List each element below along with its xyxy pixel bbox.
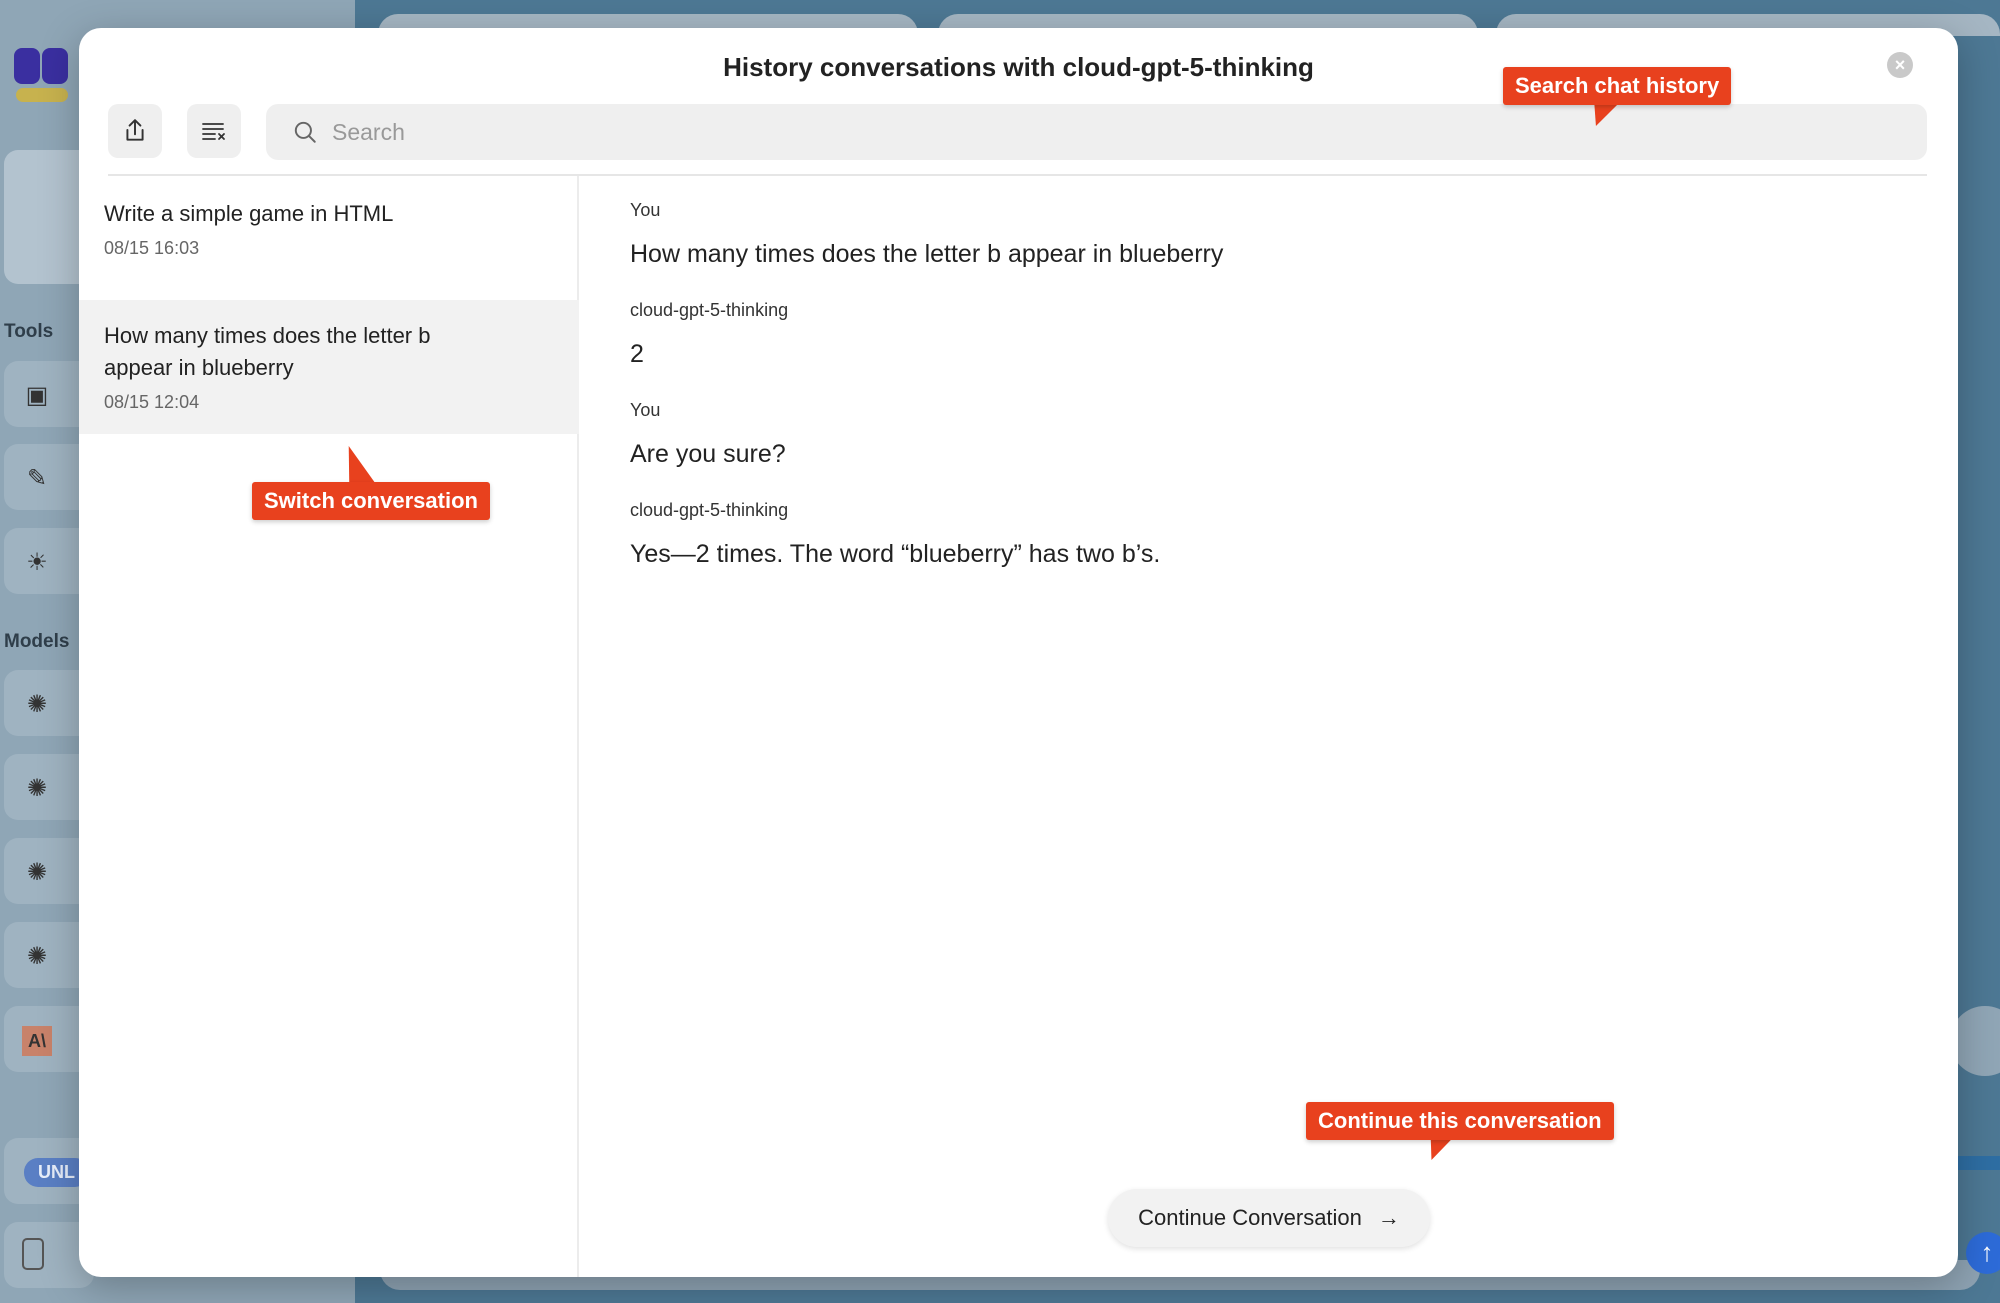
conversation-title: Write a simple game in HTML — [104, 201, 394, 226]
models-section-label: Models — [4, 631, 70, 652]
tools-section-label: Tools — [4, 321, 54, 342]
switch-conversation-callout: Switch conversation — [252, 482, 490, 520]
conversation-item-selected[interactable]: How many times does the letter b appear … — [79, 300, 579, 434]
continue-conversation-label: Continue Conversation — [1138, 1205, 1362, 1230]
continue-conversation-callout: Continue this conversation — [1306, 1102, 1614, 1140]
message-author: cloud-gpt-5-thinking — [630, 500, 789, 520]
background-strip — [1958, 1156, 2000, 1170]
message-author: You — [630, 400, 661, 420]
phone-icon — [22, 1238, 44, 1270]
close-icon[interactable]: × — [1887, 52, 1913, 78]
conversation-title: How many times does the letter b appear … — [104, 323, 431, 380]
message-text: Are you sure? — [630, 440, 786, 468]
conversation-date: 08/15 16:03 — [104, 238, 200, 258]
message-text: 2 — [630, 340, 644, 368]
search-history-callout: Search chat history — [1503, 67, 1732, 105]
send-button: ↑ — [1966, 1232, 2000, 1274]
clear-list-icon — [202, 123, 225, 140]
app-logo — [14, 48, 70, 104]
message-thread: You How many times does the letter b app… — [630, 176, 1930, 1176]
export-button[interactable] — [108, 104, 162, 158]
search-box[interactable] — [266, 104, 1927, 160]
message-text: How many times does the letter b appear … — [630, 240, 1224, 268]
conversation-date: 08/15 12:04 — [104, 392, 200, 412]
conversation-item[interactable]: Write a simple game in HTML 08/15 16:03 — [79, 198, 579, 298]
message-author: cloud-gpt-5-thinking — [630, 300, 789, 320]
clear-history-button[interactable] — [187, 104, 241, 158]
arrow-right-icon: → — [1377, 1205, 1400, 1230]
history-modal: History conversations with cloud-gpt-5-t… — [79, 28, 1958, 1277]
search-icon — [294, 121, 316, 143]
conversation-list: Write a simple game in HTML 08/15 16:03 … — [79, 176, 579, 1277]
share-export-icon — [126, 119, 144, 141]
message-author: You — [630, 200, 661, 220]
message-text: Yes—2 times. The word “blueberry” has tw… — [630, 540, 1161, 568]
continue-conversation-button[interactable]: Continue Conversation → — [1108, 1189, 1430, 1247]
